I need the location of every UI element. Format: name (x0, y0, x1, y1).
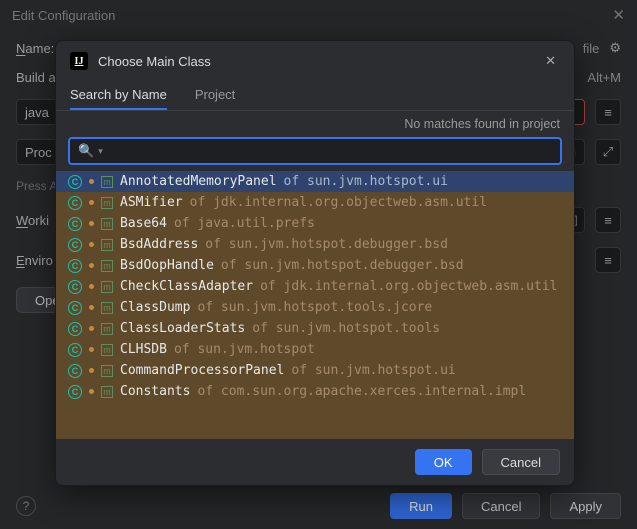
result-class-name: ASMifier (120, 195, 183, 210)
result-class-name: CLHSDB (120, 342, 167, 357)
class-icon: C (68, 343, 82, 357)
tab-project[interactable]: Project (195, 81, 235, 110)
result-row[interactable]: Cm CommandProcessorPanel of sun.jvm.hotsp… (56, 360, 574, 381)
result-row[interactable]: Cm CheckClassAdapter of jdk.internal.org.… (56, 276, 574, 297)
main-method-icon: m (101, 344, 113, 356)
search-icon: 🔍 (78, 143, 94, 159)
result-class-name: ClassLoaderStats (120, 321, 245, 336)
tab-project-label: Project (195, 87, 235, 102)
result-package: of sun.jvm.hotspot.debugger.bsd (205, 237, 448, 252)
results-list[interactable]: Cm AnnotatedMemoryPanel of sun.jvm.hotspo… (56, 171, 574, 439)
result-package: of sun.jvm.hotspot.tools (252, 321, 440, 336)
result-package: of jdk.internal.org.objectweb.asm.util (260, 279, 557, 294)
result-row[interactable]: Cm BsdAddress of sun.jvm.hotspot.debugger… (56, 234, 574, 255)
class-icon: C (68, 385, 82, 399)
class-icon: C (68, 280, 82, 294)
result-class-name: Base64 (120, 216, 167, 231)
main-method-icon: m (101, 260, 113, 272)
result-row[interactable]: Cm Constants of com.sun.org.apache.xerces… (56, 381, 574, 402)
result-package: of sun.jvm.hotspot (174, 342, 315, 357)
runnable-dot-icon (89, 242, 94, 247)
chevron-down-icon[interactable]: ▾ (98, 146, 103, 157)
runnable-dot-icon (89, 179, 94, 184)
result-package: of jdk.internal.org.objectweb.asm.util (190, 195, 487, 210)
choose-class-title: Choose Main Class (98, 54, 211, 69)
main-method-icon: m (101, 281, 113, 293)
modal-cancel-label: Cancel (501, 455, 541, 470)
main-method-icon: m (101, 365, 113, 377)
main-method-icon: m (101, 218, 113, 230)
class-icon: C (68, 259, 82, 273)
tab-search-by-name[interactable]: Search by Name (70, 81, 167, 110)
choose-class-tabs: Search by Name Project (56, 81, 574, 111)
main-method-icon: m (101, 302, 113, 314)
result-row[interactable]: Cm ClassDump of sun.jvm.hotspot.tools.jco… (56, 297, 574, 318)
result-class-name: AnnotatedMemoryPanel (120, 174, 277, 189)
tab-search-label: Search by Name (70, 87, 167, 102)
runnable-dot-icon (89, 347, 94, 352)
runnable-dot-icon (89, 263, 94, 268)
result-class-name: Constants (120, 384, 190, 399)
class-icon: C (68, 364, 82, 378)
main-method-icon: m (101, 197, 113, 209)
result-class-name: CommandProcessorPanel (120, 363, 284, 378)
result-package: of sun.jvm.hotspot.tools.jcore (197, 300, 432, 315)
class-icon: C (68, 322, 82, 336)
choose-main-class-dialog: IJ Choose Main Class ✕ Search by Name Pr… (55, 40, 575, 486)
result-package: of com.sun.org.apache.xerces.internal.im… (197, 384, 526, 399)
result-row[interactable]: Cm CLHSDB of sun.jvm.hotspot (56, 339, 574, 360)
result-row[interactable]: Cm Base64 of java.util.prefs (56, 213, 574, 234)
search-input[interactable] (107, 144, 552, 159)
ok-button[interactable]: OK (415, 449, 472, 475)
result-class-name: ClassDump (120, 300, 190, 315)
result-row[interactable]: Cm AnnotatedMemoryPanel of sun.jvm.hotspo… (56, 171, 574, 192)
result-package: of sun.jvm.hotspot.debugger.bsd (221, 258, 464, 273)
result-class-name: CheckClassAdapter (120, 279, 253, 294)
result-class-name: BsdOopHandle (120, 258, 214, 273)
runnable-dot-icon (89, 200, 94, 205)
main-method-icon: m (101, 176, 113, 188)
runnable-dot-icon (89, 305, 94, 310)
result-row[interactable]: Cm BsdOopHandle of sun.jvm.hotspot.debugg… (56, 255, 574, 276)
result-class-name: BsdAddress (120, 237, 198, 252)
runnable-dot-icon (89, 368, 94, 373)
runnable-dot-icon (89, 284, 94, 289)
runnable-dot-icon (89, 389, 94, 394)
class-icon: C (68, 217, 82, 231)
intellij-icon: IJ (70, 52, 88, 70)
result-package: of sun.jvm.hotspot.ui (291, 363, 455, 378)
close-icon[interactable]: ✕ (541, 51, 560, 71)
search-status: No matches found in project (56, 111, 574, 133)
main-method-icon: m (101, 323, 113, 335)
result-package: of java.util.prefs (174, 216, 315, 231)
class-icon: C (68, 301, 82, 315)
result-row[interactable]: Cm ClassLoaderStats of sun.jvm.hotspot.to… (56, 318, 574, 339)
class-icon: C (68, 196, 82, 210)
search-field[interactable]: 🔍 ▾ (68, 137, 562, 165)
runnable-dot-icon (89, 326, 94, 331)
main-method-icon: m (101, 239, 113, 251)
ok-button-label: OK (434, 455, 453, 470)
modal-cancel-button[interactable]: Cancel (482, 449, 560, 475)
main-method-icon: m (101, 386, 113, 398)
class-icon: C (68, 238, 82, 252)
class-icon: C (68, 175, 82, 189)
result-package: of sun.jvm.hotspot.ui (284, 174, 448, 189)
runnable-dot-icon (89, 221, 94, 226)
result-row[interactable]: Cm ASMifier of jdk.internal.org.objectweb… (56, 192, 574, 213)
